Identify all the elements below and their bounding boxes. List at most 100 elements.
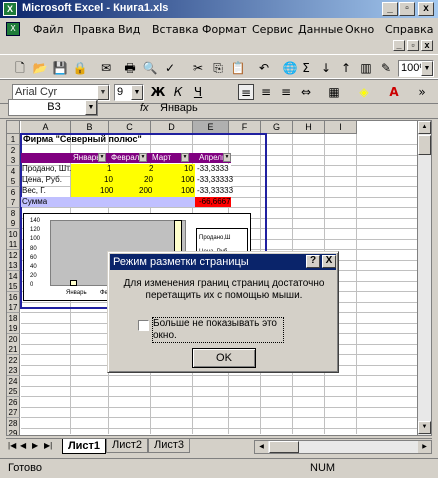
zoom-select[interactable]: 100% ▼ bbox=[398, 60, 434, 77]
row-header[interactable]: 16 bbox=[7, 291, 20, 303]
row-header[interactable]: 23 bbox=[7, 365, 20, 376]
row-header[interactable]: 17 bbox=[7, 302, 20, 313]
column-header[interactable]: I bbox=[325, 121, 357, 134]
dialog-close-button[interactable]: X bbox=[322, 255, 336, 268]
menu-view[interactable]: Вид bbox=[118, 23, 140, 36]
permission-icon[interactable]: 🔒 bbox=[72, 60, 88, 76]
menu-insert[interactable]: Вставка bbox=[152, 23, 199, 36]
dont-show-checkbox[interactable] bbox=[138, 320, 149, 331]
print-preview-icon[interactable]: 🔍 bbox=[142, 60, 158, 76]
header-mar[interactable]: Март bbox=[152, 153, 171, 163]
menu-data[interactable]: Данные bbox=[298, 23, 343, 36]
copy-icon[interactable]: ⎘ bbox=[210, 60, 226, 76]
name-box[interactable]: B3 ▼ bbox=[8, 99, 98, 116]
row-header[interactable]: 25 bbox=[7, 386, 20, 397]
row-header[interactable]: 7 bbox=[7, 197, 20, 208]
row-header[interactable]: 24 bbox=[7, 375, 20, 387]
menu-edit[interactable]: Правка bbox=[73, 23, 115, 36]
menu-window[interactable]: Окно bbox=[345, 23, 374, 36]
cell-e6[interactable]: -33,33333 bbox=[197, 186, 233, 196]
doc-close-button[interactable]: x bbox=[421, 40, 433, 51]
ok-button[interactable]: OK bbox=[192, 348, 256, 368]
prev-sheet-icon[interactable]: ◀ bbox=[20, 441, 26, 450]
row-header[interactable]: 28 bbox=[7, 417, 20, 429]
tab-sheet2[interactable]: Лист2 bbox=[106, 439, 148, 453]
formula-input[interactable]: Январь bbox=[160, 102, 198, 114]
filter-arrow-icon[interactable]: ▼ bbox=[98, 153, 106, 162]
row-header[interactable]: 22 bbox=[7, 354, 20, 366]
cell-d5[interactable]: 100 bbox=[181, 175, 194, 185]
menu-tools[interactable]: Сервис bbox=[252, 23, 293, 36]
next-sheet-icon[interactable]: ▶ bbox=[32, 441, 38, 450]
vertical-scrollbar[interactable]: ▲ ▼ bbox=[417, 121, 431, 435]
select-all-corner[interactable] bbox=[7, 121, 20, 134]
email-icon[interactable]: ✉ bbox=[98, 60, 114, 76]
cell-d4[interactable]: 10 bbox=[184, 164, 193, 174]
tab-sheet1[interactable]: Лист1 bbox=[62, 439, 106, 454]
print-icon[interactable]: 🖶 bbox=[122, 60, 138, 76]
close-button[interactable]: x bbox=[418, 2, 434, 16]
scroll-left-arrow-icon[interactable]: ◀ bbox=[255, 441, 268, 453]
last-sheet-icon[interactable]: ▶| bbox=[44, 441, 52, 450]
filter-arrow-icon[interactable]: ▼ bbox=[181, 153, 189, 162]
row-header[interactable]: 4 bbox=[7, 165, 20, 177]
cell-e4[interactable]: -33,3333 bbox=[197, 164, 229, 174]
row-header[interactable]: 20 bbox=[7, 333, 20, 345]
filter-arrow-icon[interactable]: ▼ bbox=[139, 153, 147, 162]
sort-ascending-icon[interactable]: ↓ bbox=[318, 60, 334, 76]
row-header[interactable]: 1 bbox=[7, 134, 20, 145]
hscroll-thumb[interactable] bbox=[269, 441, 299, 453]
row-header[interactable]: 8 bbox=[7, 207, 20, 219]
scroll-down-arrow-icon[interactable]: ▼ bbox=[418, 421, 431, 434]
autosum-icon[interactable]: Σ bbox=[298, 60, 314, 76]
doc-minimize-button[interactable]: _ bbox=[393, 40, 405, 51]
dialog-help-button[interactable]: ? bbox=[306, 255, 320, 268]
row-header[interactable]: 2 bbox=[7, 144, 20, 156]
cell-b4[interactable]: 1 bbox=[107, 164, 111, 174]
row-header[interactable]: 21 bbox=[7, 344, 20, 355]
dont-show-label[interactable]: Больше не показывать это окно. bbox=[152, 317, 284, 343]
row-header[interactable]: 11 bbox=[7, 239, 20, 250]
row-header[interactable]: 10 bbox=[7, 228, 20, 240]
row-header[interactable]: 19 bbox=[7, 323, 20, 334]
row-header[interactable]: 13 bbox=[7, 260, 20, 271]
tab-sheet3[interactable]: Лист3 bbox=[148, 439, 190, 453]
fx-icon[interactable]: fx bbox=[140, 102, 149, 114]
scroll-up-arrow-icon[interactable]: ▲ bbox=[418, 121, 431, 134]
title-cell[interactable]: Фирма "Северный полюс" bbox=[23, 134, 142, 144]
row-header[interactable]: 29 bbox=[7, 428, 20, 435]
column-header[interactable]: H bbox=[293, 121, 325, 134]
menu-file[interactable]: Файл bbox=[33, 23, 63, 36]
first-sheet-icon[interactable]: |◀ bbox=[8, 441, 16, 450]
row-header[interactable]: 26 bbox=[7, 396, 20, 408]
cell-c6[interactable]: 200 bbox=[139, 186, 152, 196]
spelling-icon[interactable]: ✓ bbox=[162, 60, 178, 76]
save-icon[interactable]: 💾 bbox=[52, 60, 68, 76]
excel-app-icon[interactable]: X bbox=[3, 2, 17, 16]
row-header[interactable]: 14 bbox=[7, 270, 20, 282]
horizontal-scrollbar[interactable]: ◀ ▶ bbox=[254, 440, 432, 454]
cell-c5[interactable]: 20 bbox=[144, 175, 153, 185]
row-header[interactable]: 5 bbox=[7, 176, 20, 187]
cell-e5[interactable]: -33,33333 bbox=[197, 175, 233, 185]
row-header[interactable]: 15 bbox=[7, 281, 20, 292]
row-header[interactable]: 27 bbox=[7, 407, 20, 418]
workbook-icon[interactable]: X bbox=[6, 22, 20, 36]
row-header[interactable]: 18 bbox=[7, 312, 20, 324]
doc-restore-button[interactable]: ▫ bbox=[407, 40, 419, 51]
paste-icon[interactable]: 📋 bbox=[230, 60, 246, 76]
open-icon[interactable]: 📂 bbox=[32, 60, 48, 76]
cut-icon[interactable]: ✂ bbox=[190, 60, 206, 76]
undo-icon[interactable]: ↶ bbox=[256, 60, 272, 76]
scroll-thumb[interactable] bbox=[418, 135, 431, 155]
label-sold[interactable]: Продано, Шт. bbox=[22, 164, 71, 174]
minimize-button[interactable]: _ bbox=[382, 2, 398, 16]
sort-descending-icon[interactable]: ↑ bbox=[338, 60, 354, 76]
menu-format[interactable]: Формат bbox=[202, 23, 247, 36]
hyperlink-icon[interactable]: 🌐 bbox=[282, 60, 298, 76]
maximize-button[interactable]: ▫ bbox=[399, 2, 415, 16]
label-sum[interactable]: Сумма bbox=[22, 197, 47, 207]
filter-arrow-icon[interactable]: ▼ bbox=[223, 153, 231, 162]
header-jan[interactable]: Январь bbox=[73, 153, 100, 163]
row-header[interactable]: 12 bbox=[7, 249, 20, 261]
